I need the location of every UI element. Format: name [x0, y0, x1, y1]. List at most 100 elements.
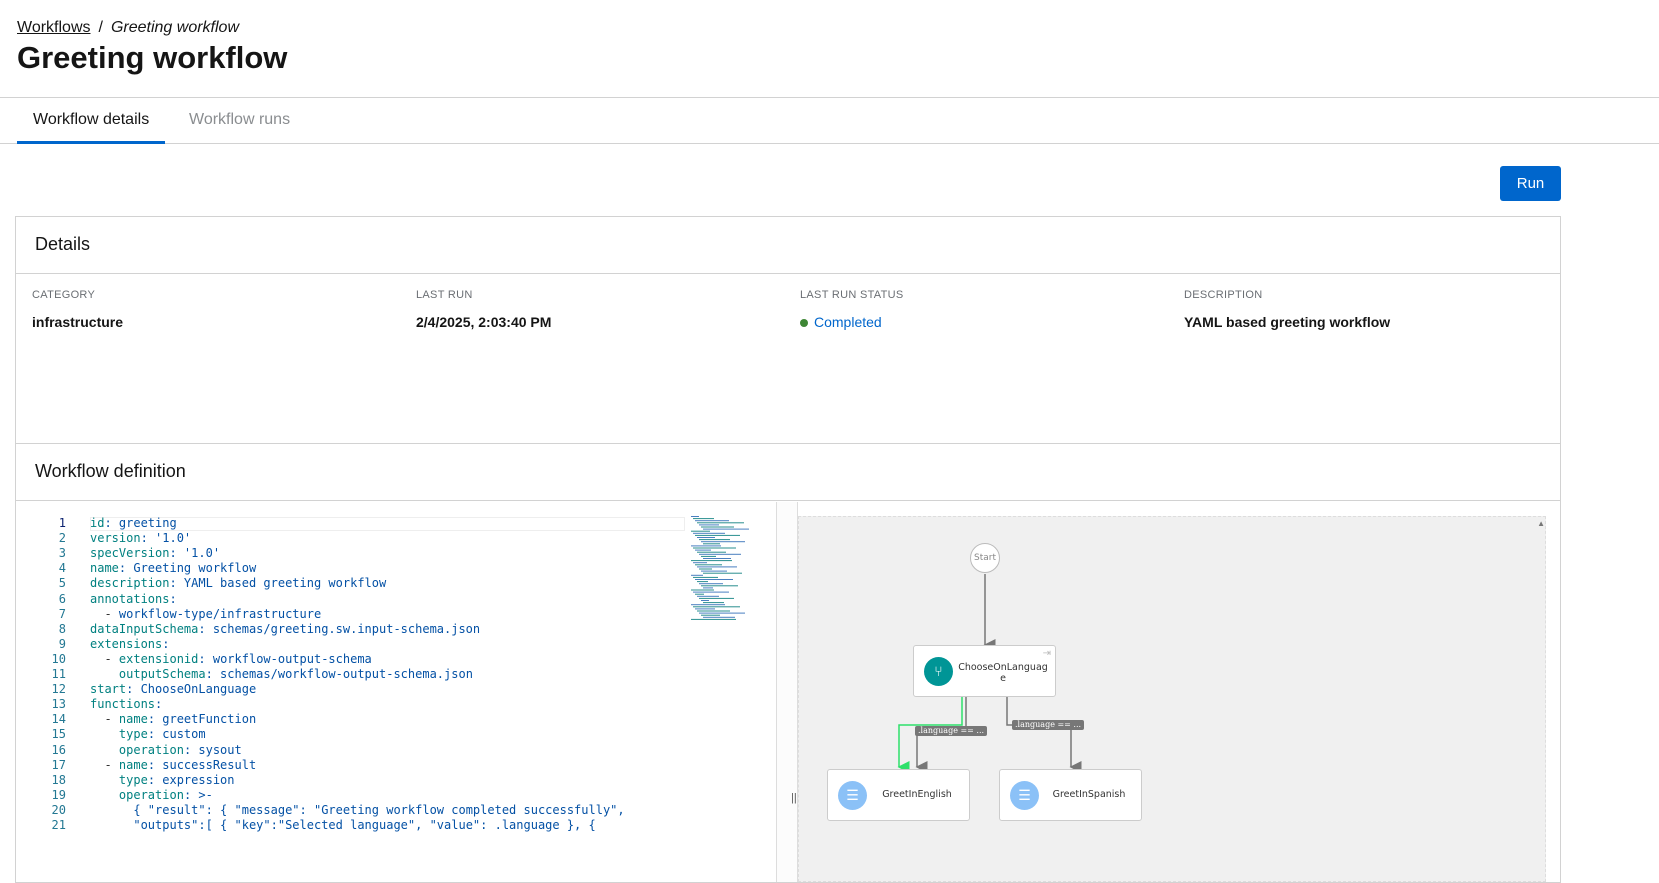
minimap-line	[703, 602, 724, 604]
minimap-line	[695, 608, 715, 610]
code-key: type	[118, 772, 148, 787]
drag-handle-icon[interactable]: ||	[791, 792, 797, 804]
code-line: - name: greetFunction	[90, 712, 256, 727]
last-run-status-field: LAST RUN STATUS Completed	[800, 289, 1180, 330]
node-greet-in-english[interactable]: ☰ GreetInEnglish	[827, 769, 970, 821]
field-value: infrastructure	[32, 314, 124, 330]
code-line: annotations:	[90, 592, 177, 607]
field-label: LAST RUN STATUS	[800, 289, 904, 301]
split-handle[interactable]: ||	[776, 502, 798, 882]
minimap[interactable]	[691, 516, 771, 626]
field-value: YAML based greeting workflow	[1184, 314, 1391, 330]
code-indent: -	[90, 606, 119, 621]
status-link[interactable]: Completed	[814, 314, 882, 330]
code-indent: -	[90, 651, 119, 666]
line-number: 2	[58, 531, 66, 546]
minimap-line	[691, 516, 699, 517]
line-number: 14	[51, 712, 66, 727]
code-line: - name: successResult	[90, 758, 256, 773]
tab-workflow-details[interactable]: Workflow details	[17, 98, 166, 144]
status-value: Completed	[800, 314, 1180, 330]
edge-label: .language == ...	[1012, 720, 1085, 730]
code-key: start	[90, 682, 127, 697]
code-value: : sysout	[183, 742, 242, 757]
tab-workflow-runs[interactable]: Workflow runs	[173, 98, 306, 144]
code-value: : greetFunction	[147, 712, 257, 727]
code-value: : schemas/greeting.sw.input-schema.json	[198, 621, 481, 636]
minimap-line	[693, 591, 729, 593]
code-line: dataInputSchema: schemas/greeting.sw.inp…	[90, 622, 480, 637]
field-label: CATEGORY	[32, 289, 96, 301]
page-header: Workflows / Greeting workflow Greeting wor…	[0, 0, 1659, 98]
category-field: CATEGORY infrastructure	[32, 289, 412, 330]
code-value: : >-	[183, 787, 213, 802]
code-editor[interactable]: 1 id: greeting 2 version: '1.0' 3 specVersion…	[16, 502, 776, 882]
line-number: 6	[58, 591, 66, 606]
minimap-line	[703, 528, 749, 530]
workflow-diagram[interactable]: ▲ Start .language == ... .language == ..…	[798, 516, 1546, 882]
line-number: 5	[58, 576, 66, 591]
code-value: : Greeting workflow	[118, 561, 257, 576]
node-label: GreetInEnglish	[882, 789, 952, 800]
code-value: : successResult	[147, 757, 257, 772]
line-number: 8	[58, 621, 66, 636]
minimap-line	[701, 585, 738, 587]
field-value: 2/4/2025, 2:03:40 PM	[416, 314, 552, 330]
code-key: id	[90, 516, 105, 530]
run-button[interactable]: Run	[1500, 166, 1561, 201]
minimap-line	[697, 551, 726, 553]
minimap-line	[701, 526, 734, 528]
breadcrumb-workflows-link[interactable]: Workflows	[17, 19, 91, 36]
switch-icon: ⑂	[924, 657, 953, 686]
line-number: 9	[58, 636, 66, 651]
code-value: : '1.0'	[169, 546, 221, 561]
line-number: 17	[51, 757, 66, 772]
breadcrumb-separator: /	[98, 19, 103, 36]
code-value: : greeting	[104, 516, 177, 530]
minimap-line	[695, 520, 729, 522]
code-value: : ChooseOnLanguage	[126, 682, 257, 697]
description-field: DESCRIPTION YAML based greeting workflow	[1184, 289, 1564, 330]
minimap-line	[695, 579, 733, 580]
minimap-line	[695, 534, 740, 536]
code-value: : custom	[147, 727, 206, 742]
code-line: functions:	[90, 697, 162, 712]
code-key: operation	[118, 742, 184, 757]
code-value: : schemas/workflow-output-schema.json	[205, 667, 473, 681]
start-node[interactable]: Start	[970, 543, 1000, 573]
minimap-line	[701, 600, 709, 601]
minimap-line	[695, 564, 722, 566]
code-key: operation	[118, 787, 184, 802]
node-choose-on-language[interactable]: ⑂ ChooseOnLanguage ⇥	[913, 645, 1056, 697]
line-number: 15	[51, 727, 66, 742]
minimap-line	[691, 574, 703, 576]
minimap-line	[699, 612, 745, 614]
code-key: annotations	[90, 591, 170, 606]
minimap-line	[693, 576, 718, 578]
minimap-line	[701, 570, 727, 572]
minimap-line	[691, 545, 721, 547]
code-key: extensionid	[118, 651, 199, 666]
code-line: version: '1.0'	[90, 531, 191, 546]
minimap-line	[699, 568, 712, 570]
minimap-line	[693, 518, 714, 520]
minimap-line	[697, 537, 715, 538]
minimap-line	[699, 524, 719, 526]
minimap-line	[703, 587, 713, 589]
line-number: 13	[51, 697, 66, 712]
code-key: version	[90, 531, 141, 546]
status-dot-icon	[800, 319, 808, 327]
node-greet-in-spanish[interactable]: ☰ GreetInSpanish	[999, 769, 1142, 821]
code-key: extensions	[90, 636, 163, 651]
line-number: 20	[51, 802, 66, 817]
code-value: :	[155, 697, 163, 712]
minimap-line	[695, 549, 711, 551]
code-value: { "result": { "message": "Greeting workf…	[133, 802, 625, 817]
current-line-highlight	[90, 517, 685, 531]
minimap-line	[703, 543, 720, 545]
operation-icon: ☰	[838, 781, 867, 810]
line-number: 19	[51, 787, 66, 802]
